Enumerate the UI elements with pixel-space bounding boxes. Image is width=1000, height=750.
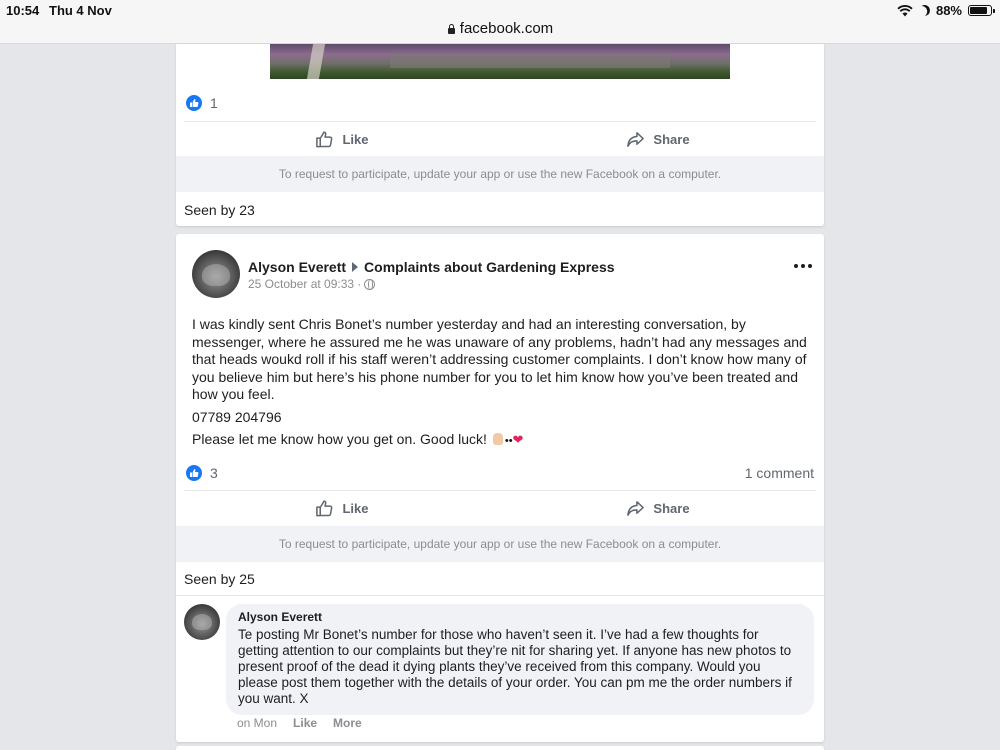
lock-icon: [447, 24, 456, 34]
post-phone-number: 07789 204796: [192, 408, 282, 425]
share-label: Share: [653, 501, 690, 516]
participate-notice: To request to participate, update your a…: [176, 526, 824, 562]
moon-icon: [917, 3, 931, 17]
share-button[interactable]: Share: [500, 491, 816, 526]
comment-author[interactable]: Alyson Everett: [238, 610, 802, 624]
reaction-count: 3: [210, 465, 218, 481]
group-name[interactable]: Complaints about Gardening Express: [364, 259, 615, 275]
author-avatar[interactable]: [192, 250, 240, 298]
like-reaction-icon: [186, 95, 202, 111]
globe-icon: [364, 278, 376, 290]
post-paragraph: I was kindly sent Chris Bonet’s number y…: [192, 316, 807, 402]
post-photo[interactable]: [270, 44, 730, 79]
thumbs-up-icon: [316, 500, 333, 517]
like-label: Like: [342, 501, 369, 516]
status-indicators: 88%: [897, 3, 995, 18]
post-card-previous: 1 Like Share To request to participate, …: [176, 44, 824, 226]
seen-by-count[interactable]: Seen by 25: [184, 571, 255, 587]
battery-icon: [968, 5, 995, 16]
comment-like-button[interactable]: Like: [293, 716, 317, 730]
post-body: I was kindly sent Chris Bonet’s number y…: [192, 316, 808, 456]
share-icon: [627, 132, 645, 147]
status-time: 10:54: [6, 3, 40, 18]
battery-percent: 88%: [935, 3, 962, 18]
emoji-group: ••❤: [492, 431, 524, 451]
post-card-next: [176, 746, 824, 750]
crossed-fingers-emoji-icon: [492, 433, 503, 445]
thumbs-up-icon: [316, 131, 333, 148]
post-paragraph: Please let me know how you get on. Good …: [192, 431, 808, 451]
reaction-count: 1: [210, 95, 218, 111]
like-reaction-icon: [186, 465, 202, 481]
arrow-right-icon: [352, 262, 359, 272]
url-text: facebook.com: [459, 20, 554, 37]
comment-time[interactable]: on Mon: [237, 716, 277, 730]
reaction-summary[interactable]: 3: [186, 465, 218, 481]
participate-notice: To request to participate, update your a…: [176, 156, 824, 192]
post-actions: Like Share: [184, 490, 816, 526]
paw-prints-emoji-icon: ••: [504, 435, 513, 447]
post-closing-text: Please let me know how you get on. Good …: [192, 431, 487, 447]
like-label: Like: [342, 132, 369, 147]
more-options-icon[interactable]: [794, 264, 812, 268]
heart-emoji-icon: ❤: [512, 432, 524, 447]
post-timestamp[interactable]: 25 October at 09:33 ·: [248, 277, 361, 291]
wifi-icon: [897, 4, 913, 16]
post-meta: 25 October at 09:33 ·: [248, 277, 376, 291]
address-bar[interactable]: facebook.com: [0, 20, 1000, 37]
status-date: Thu 4 Nov: [49, 3, 112, 18]
comment-text: Te posting Mr Bonet’s number for those w…: [238, 627, 792, 706]
divider: [176, 595, 824, 596]
author-name[interactable]: Alyson Everett: [248, 259, 346, 275]
comment-count[interactable]: 1 comment: [745, 465, 814, 481]
reaction-summary[interactable]: 1: [186, 95, 218, 111]
share-label: Share: [653, 132, 690, 147]
post-actions: Like Share: [184, 121, 816, 157]
share-button[interactable]: Share: [500, 122, 816, 157]
comment-actions: on Mon Like More: [237, 716, 362, 730]
comment-more-button[interactable]: More: [333, 716, 362, 730]
status-bar: 10:54 Thu 4 Nov facebook.com 88%: [0, 0, 1000, 44]
like-button[interactable]: Like: [184, 122, 500, 157]
commenter-avatar[interactable]: [184, 604, 220, 640]
post-header: Alyson Everett Complaints about Gardenin…: [248, 259, 615, 275]
seen-by-count[interactable]: Seen by 23: [184, 202, 255, 218]
comment-bubble[interactable]: Alyson Everett Te posting Mr Bonet’s num…: [226, 604, 814, 715]
post-card: Alyson Everett Complaints about Gardenin…: [176, 234, 824, 742]
like-button[interactable]: Like: [184, 491, 500, 526]
share-icon: [627, 501, 645, 516]
